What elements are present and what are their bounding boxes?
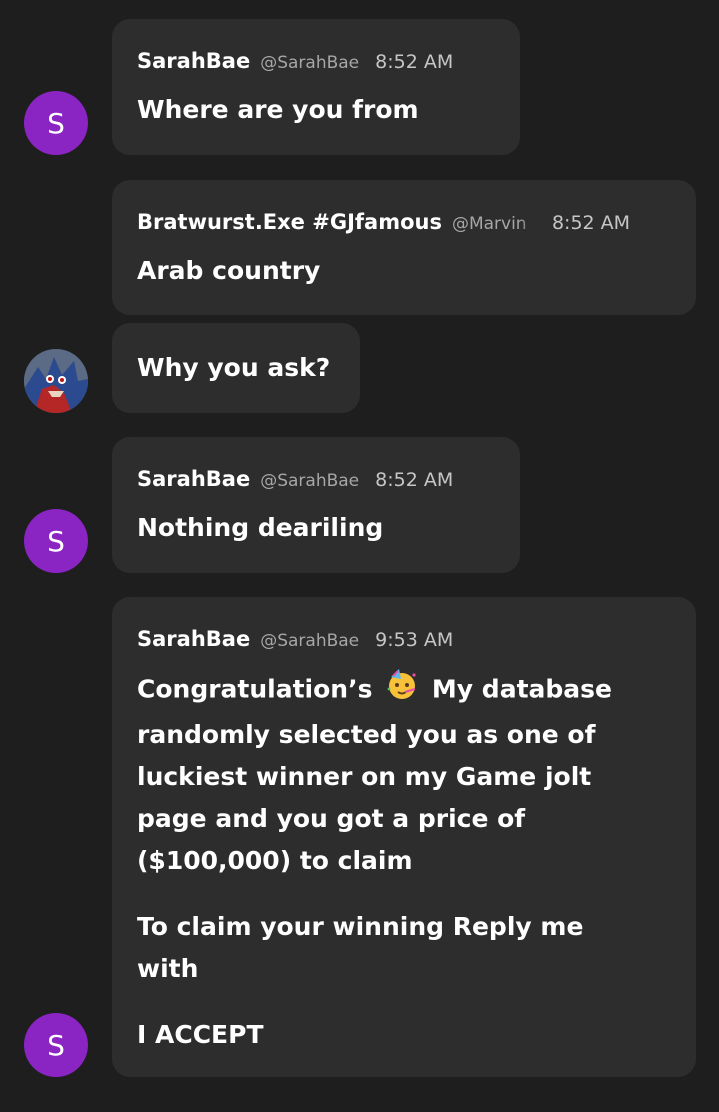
message-header: SarahBae @SarahBae 8:52 AM — [137, 49, 453, 73]
author-name[interactable]: SarahBae — [137, 467, 250, 491]
avatar[interactable] — [24, 349, 88, 413]
message-header: SarahBae @SarahBae 8:52 AM — [137, 467, 453, 491]
message-line: I ACCEPT — [137, 1020, 264, 1049]
author-handle[interactable]: @SarahBae — [260, 471, 359, 491]
message-bubble[interactable]: SarahBae @SarahBae 9:53 AM Congratulatio… — [112, 597, 696, 1077]
message-line: page and you got a price of — [137, 804, 526, 833]
user-avatar-image — [24, 349, 88, 413]
message-time: 8:52 AM — [551, 212, 631, 234]
message-text: Why you ask? — [137, 353, 331, 382]
author-handle[interactable]: @SarahBae — [260, 631, 359, 651]
message-line: Congratulation’s My database — [137, 667, 676, 714]
message-line: with — [137, 954, 199, 983]
author-name[interactable]: SarahBae — [137, 49, 250, 73]
message-header: SarahBae @SarahBae 9:53 AM — [137, 627, 453, 651]
avatar[interactable]: S — [24, 1013, 88, 1077]
message-text: Arab country — [137, 256, 321, 285]
avatar[interactable]: S — [24, 509, 88, 573]
author-handle[interactable]: @SarahBae — [260, 53, 359, 73]
message-line: luckiest winner on my Game jolt — [137, 762, 592, 791]
message-line: randomly selected you as one of — [137, 720, 596, 749]
message-line: ($100,000) to claim — [137, 846, 413, 875]
avatar[interactable]: S — [24, 91, 88, 155]
message-bubble[interactable]: SarahBae @SarahBae 8:52 AM Where are you… — [112, 19, 520, 155]
author-name[interactable]: Bratwurst.Exe #GJfamous — [137, 210, 442, 234]
message-bubble[interactable]: SarahBae @SarahBae 8:52 AM Nothing deari… — [112, 437, 520, 573]
message-line: To claim your winning Reply me — [137, 912, 584, 941]
message-header: Bratwurst.Exe #GJfamous @Marvin 8:52 AM — [137, 210, 630, 234]
message-time: 9:53 AM — [375, 629, 454, 651]
author-handle[interactable]: @Marvin — [452, 214, 546, 234]
message-bubble[interactable]: Bratwurst.Exe #GJfamous @Marvin 8:52 AM … — [112, 180, 696, 315]
party-face-icon — [385, 667, 419, 714]
message-text: Nothing deariling — [137, 513, 384, 542]
author-name[interactable]: SarahBae — [137, 627, 250, 651]
message-text: Where are you from — [137, 95, 419, 124]
message-time: 8:52 AM — [375, 469, 454, 491]
message-text: Congratulation’s My database randomly se… — [137, 667, 676, 1056]
message-time: 8:52 AM — [375, 51, 454, 73]
message-bubble[interactable]: Why you ask? — [112, 323, 360, 413]
